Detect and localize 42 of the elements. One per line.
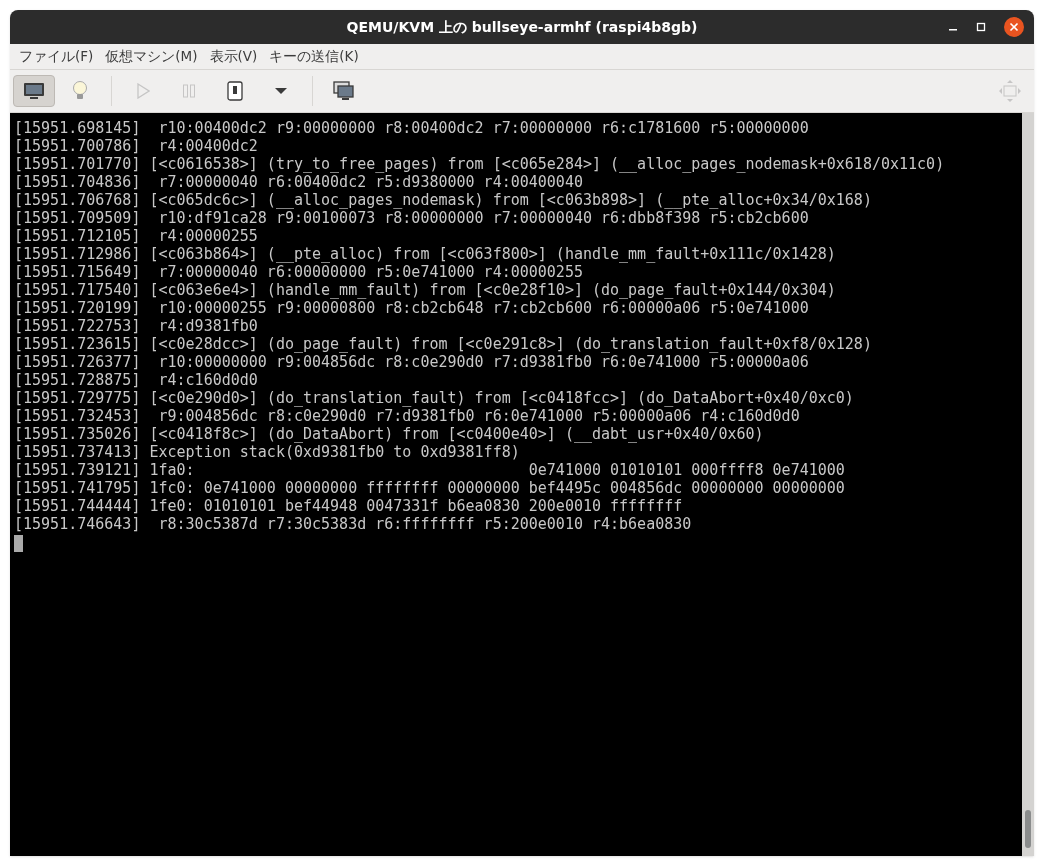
console-line: [15951.722753] r4:d9381fb0 — [14, 317, 259, 335]
maximize-icon[interactable] — [976, 22, 986, 32]
console-line: [15951.729775] [<c0e290d0>] (do_translation_fault) from [<c0418fcc>] (do_DataAbort+0x40/0xc0) — [14, 389, 855, 407]
console-line: [15951.744444] 1fe0: 01010101 bef44948 0047331f b6ea0830 200e0010 ffffffff — [14, 497, 684, 515]
menu-item[interactable]: キーの送信(K) — [263, 44, 365, 69]
close-icon[interactable] — [1004, 17, 1024, 37]
scrollbar[interactable] — [1022, 113, 1034, 856]
menu-item[interactable]: 仮想マシン(M) — [99, 44, 204, 69]
menu-item[interactable]: ファイル(F) — [13, 44, 100, 69]
window-title: QEMU/KVM 上の bullseye-armhf (raspi4b8gb) — [346, 17, 698, 37]
console-line: [15951.739121] 1fa0: 0e741000 01010101 000ffff8 0e741000 — [14, 461, 846, 479]
console-line: [15951.746643] r8:30c5387d r7:30c5383d r6:ffffffff r5:200e0010 r4:b6ea0830 — [14, 515, 693, 533]
menu-item[interactable]: 表示(V) — [203, 44, 264, 69]
console-button[interactable] — [13, 75, 55, 107]
play-icon — [136, 83, 150, 99]
monitor-icon — [23, 82, 45, 100]
caret-icon — [275, 87, 287, 95]
console-line: [15951.741795] 1fc0: 0e741000 00000000 ffffffff 00000000 bef4495c 004856dc 00000000 00000000 — [14, 479, 846, 497]
console-line: [15951.737413] Exception stack(0xd9381fb0 to 0xd9381ff8) — [14, 443, 521, 461]
console-line: [15951.712105] r4:00000255 — [14, 227, 259, 245]
console-line: [15951.715649] r7:00000040 r6:00000000 r5:0e741000 r4:00000255 — [14, 263, 584, 281]
console-line: [15951.700786] r4:00400dc2 — [14, 137, 259, 155]
console-line: [15951.701770] [<c0616538>] (try_to_free_pages) from [<c065e284>] (__alloc_pages_nodemask+0x618/0x11c0) — [14, 155, 946, 173]
console-line: [15951.723615] [<c0e28dcc>] (do_page_fault) from [<c0e291c8>] (do_translation_fault+0xf8/0x128) — [14, 335, 873, 353]
console-line: [15951.706768] [<c065dc6c>] (__alloc_pages_nodemask) from [<c063b898>] (__pte_alloc+0x34/0x168) — [14, 191, 873, 209]
power-switch-icon — [227, 81, 243, 101]
console-line: [15951.709509] r10:df91ca28 r9:00100073 r8:00000000 r7:00000040 r6:dbb8f398 r5:cb2cb600 — [14, 209, 810, 227]
console-line: [15951.732453] r9:004856dc r8:c0e290d0 r7:d9381fb0 r6:0e741000 r5:00000a06 r4:c160d0d0 — [14, 407, 801, 425]
resize-arrows-icon — [998, 79, 1022, 103]
text-cursor — [14, 535, 23, 552]
console-line: [15951.698145] r10:00400dc2 r9:00000000 r8:00400dc2 r7:00000000 r6:c1781600 r5:00000000 — [14, 119, 810, 137]
console-line: [15951.717540] [<c063e6e4>] (handle_mm_fault) from [<c0e28f10>] (do_page_fault+0x144/0x304) — [14, 281, 837, 299]
lightbulb-icon — [72, 80, 88, 102]
pause-icon — [182, 84, 196, 98]
console-line: [15951.726377] r10:00000000 r9:004856dc r8:c0e290d0 r7:d9381fb0 r6:0e741000 r5:00000a06 — [14, 353, 810, 371]
console-line: [15951.712986] [<c063b864>] (__pte_alloc) from [<c063f800>] (handle_mm_fault+0x111c/0x1428) — [14, 245, 837, 263]
scrollbar-thumb[interactable] — [1025, 810, 1031, 848]
stacked-screens-icon — [333, 81, 355, 101]
console-line: [15951.720199] r10:00000255 r9:00000800 r8:cb2cb648 r7:cb2cb600 r6:00000a06 r5:0e741000 — [14, 299, 810, 317]
console-line: [15951.704836] r7:00000040 r6:00400dc2 r5:d9380000 r4:00400040 — [14, 173, 584, 191]
console-line: [15951.735026] [<c0418f8c>] (do_DataAbort) from [<c0400e40>] (__dabt_usr+0x40/0x60) — [14, 425, 765, 443]
console-line: [15951.728875] r4:c160d0d0 — [14, 371, 259, 389]
